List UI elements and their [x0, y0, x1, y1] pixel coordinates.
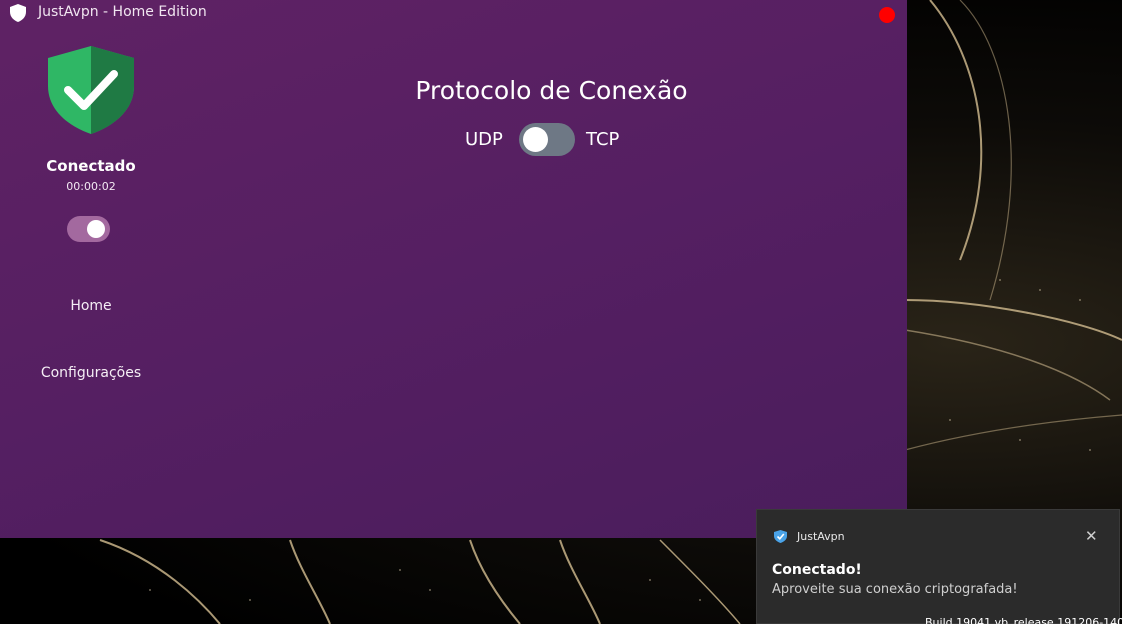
- close-icon[interactable]: ✕: [1085, 527, 1098, 545]
- toast-app-name: JustAvpn: [797, 530, 845, 543]
- build-watermark: Build 19041.vb_release.191206-140: [925, 616, 1122, 624]
- connection-status: Conectado: [46, 157, 136, 175]
- toggle-knob: [87, 220, 105, 238]
- page-title: Protocolo de Conexão: [415, 76, 688, 105]
- shield-icon: [10, 4, 26, 22]
- tcp-label: TCP: [586, 129, 620, 150]
- udp-label: UDP: [465, 129, 503, 150]
- nav-item-home[interactable]: Home: [0, 298, 182, 314]
- app-window: JustAvpn - Home Edition Conectado 00:00:…: [0, 0, 907, 538]
- connection-timer: 00:00:02: [66, 180, 116, 193]
- shield-check-icon: [48, 46, 134, 134]
- shield-icon: [774, 530, 787, 543]
- close-button[interactable]: [879, 7, 895, 23]
- nav-item-configuracoes[interactable]: Configurações: [0, 365, 182, 381]
- window-title: JustAvpn - Home Edition: [38, 4, 207, 20]
- sidebar: Conectado 00:00:02 Home Configurações: [0, 26, 182, 538]
- toast-title: Conectado!: [772, 562, 862, 578]
- toast-notification[interactable]: JustAvpn ✕ Conectado! Aproveite sua cone…: [756, 509, 1120, 624]
- toggle-knob: [523, 127, 548, 152]
- connection-toggle[interactable]: [67, 216, 110, 242]
- protocol-toggle[interactable]: [519, 123, 575, 156]
- toast-message: Aproveite sua conexão criptografada!: [772, 582, 1018, 597]
- title-bar[interactable]: JustAvpn - Home Edition: [0, 0, 907, 26]
